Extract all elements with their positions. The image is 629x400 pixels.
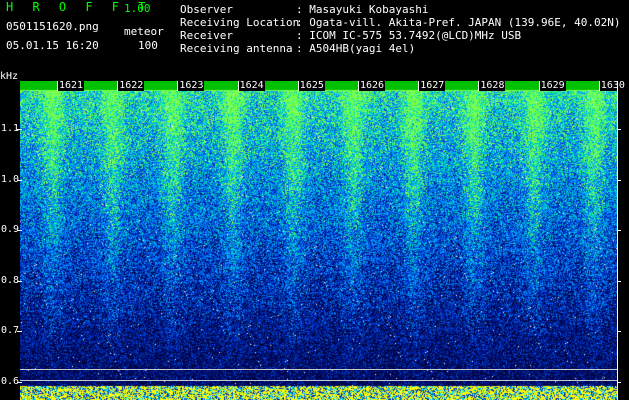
timestamp: 05.01.15 16:20 (6, 39, 99, 52)
minute-tick-label: 1625 (298, 80, 325, 91)
y-tick-mark (17, 230, 22, 231)
minute-tick-label: 1622 (118, 80, 145, 91)
right-axis-line (617, 81, 618, 400)
y-tick-mark (17, 381, 22, 383)
minute-tick-label: 1628 (479, 80, 506, 91)
minute-tick-bar: 1621 1622 1623 1624 1625 1626 1627 1628 1629 1630 (20, 80, 626, 91)
spectrogram (20, 81, 617, 400)
unit-label: kHz (0, 71, 19, 82)
minute-tick-label: 1624 (238, 80, 265, 91)
antenna-value: : A504HB(yagi 4el) (296, 42, 416, 55)
location-label: Receiving Location (180, 16, 300, 29)
y-tick-mark (17, 129, 22, 130)
receiver-value: : ICOM IC-575 53.7492(@LCD)MHz USB (296, 29, 522, 42)
count-value: 100 (138, 39, 158, 52)
reference-line (20, 380, 617, 381)
y-tick-mark (17, 179, 22, 181)
minute-tick-label: 1627 (419, 80, 446, 91)
file-name: 0501151620.png (6, 20, 99, 33)
y-tick-mark (17, 280, 22, 282)
y-tick-mark (17, 331, 22, 332)
minute-tick-label: 1629 (539, 80, 566, 91)
observer-label: Observer (180, 3, 233, 16)
minute-tick-label: 1623 (178, 80, 205, 91)
minute-tick-label: 1621 (58, 80, 85, 91)
minute-tick-label: 1630 (599, 80, 626, 91)
antenna-label: Receiving antenna (180, 42, 293, 55)
reference-line (20, 369, 617, 370)
minute-tick-label: 1626 (359, 80, 386, 91)
mode-label: meteor (124, 25, 164, 38)
app-version: 1.00 (124, 2, 151, 15)
observer-value: : Masayuki Kobayashi (296, 3, 429, 16)
location-value: : Ogata-vill. Akita-Pref. JAPAN (139.96E… (296, 16, 621, 29)
receiver-label: Receiver (180, 29, 233, 42)
